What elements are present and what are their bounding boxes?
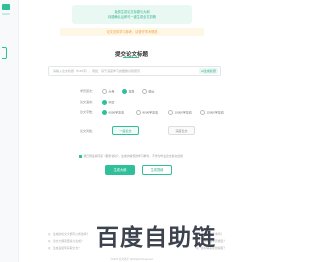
generate-outline-button[interactable]: 生成大纲 (105, 165, 135, 175)
faq-item[interactable]: Q：生成的论文大纲可以修改吗？ (48, 232, 89, 236)
word-count-option-10000[interactable]: 10000字左右 (168, 110, 192, 115)
notice-text: 论文仅供学习参考，请遵守学术规范 (106, 30, 158, 34)
radio-icon (102, 89, 107, 94)
radio-icon (200, 110, 205, 115)
notice-bar: 论文仅供学习参考，请遵守学术规范 (60, 28, 204, 36)
radio-checked-icon (122, 89, 127, 94)
education-label: 学历层次： (80, 89, 96, 93)
ai-generate-title-button[interactable]: AI生成标题 (199, 68, 218, 74)
left-sidebar (0, 0, 19, 262)
faq-item[interactable]: Q：生成后如何获取全文？ (48, 246, 81, 250)
education-option-shuoshi[interactable]: 硕士 (142, 89, 155, 94)
radio-checked-icon (102, 100, 107, 105)
radio-checked-icon (102, 110, 107, 115)
word-count-option-15000[interactable]: 15000字左右 (200, 110, 224, 115)
footer-copyright: ©2024 论文助手 All Rights Reserved (110, 258, 153, 261)
word-count-label: 论文字数： (80, 110, 96, 114)
checkbox-checked-icon[interactable] (79, 154, 82, 158)
promo-banner: 免费生成论文标题与大纲 标题确认后即可一键生成全文初稿 (72, 5, 192, 24)
language-option-zhongwen[interactable]: 中文 (102, 100, 115, 105)
agreement-text: 我已阅读并同意《服务协议》，生成内容仅供学习参考，不作为毕业论文提交使用 (83, 154, 183, 158)
title-underline (123, 57, 139, 58)
watermark-text: 百度自助链 (96, 225, 216, 251)
title-input-placeholder: 请输入论文标题（5-50字），例如：基于深度学习的图像识别研究 (53, 69, 141, 73)
education-option-dazhuan[interactable]: 大专 (102, 89, 115, 94)
logo-icon[interactable] (2, 4, 10, 10)
style-option-general[interactable]: 一般论文 (112, 126, 139, 135)
radio-icon (168, 110, 173, 115)
radio-icon (136, 110, 141, 115)
faq-item[interactable]: Q：论文大纲需要多久生成？ (48, 239, 84, 243)
radio-icon (142, 89, 147, 94)
style-label: 论文风格： (80, 129, 96, 133)
banner-line-2: 标题确认后即可一键生成全文初稿 (108, 15, 156, 19)
logo-underline (2, 13, 10, 15)
generate-summary-button[interactable]: 生成提纲 (142, 165, 172, 175)
agreement-row[interactable]: 我已阅读并同意《服务协议》，生成内容仅供学习参考，不作为毕业论文提交使用 (79, 154, 229, 158)
word-count-option-8000[interactable]: 8000字左右 (136, 110, 158, 115)
word-count-option-6000[interactable]: 6000字左右 (102, 110, 124, 115)
style-option-deep[interactable]: 深度论文 (168, 126, 195, 135)
title-input[interactable]: 请输入论文标题（5-50字），例如：基于深度学习的图像识别研究 AI生成标题 (48, 66, 221, 76)
language-label: 论文语言： (80, 100, 96, 104)
main-card (20, 0, 263, 262)
education-option-benke[interactable]: 本科 (122, 89, 135, 94)
